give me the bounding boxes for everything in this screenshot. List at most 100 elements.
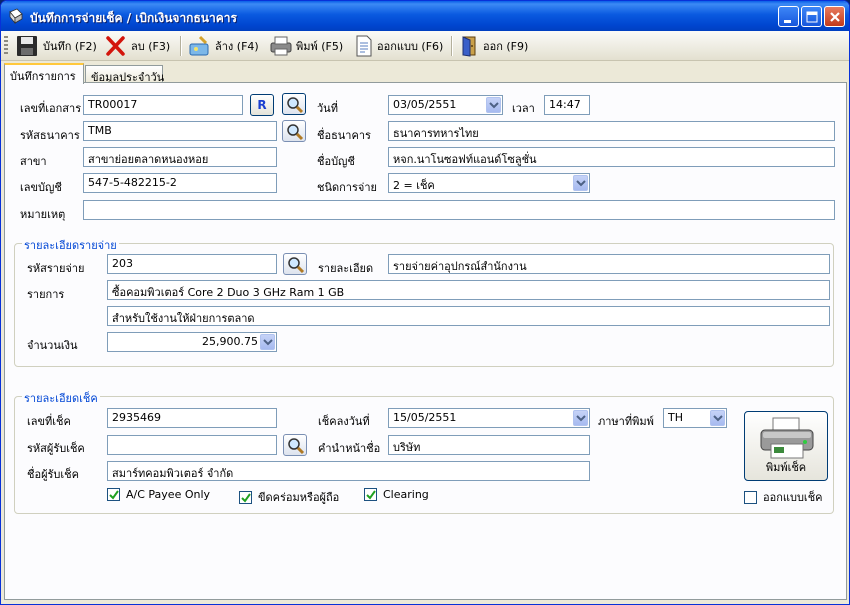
design-cheque-checkbox[interactable]: ออกแบบเช็ค — [744, 488, 823, 506]
strike-bearer-label: ขีดคร่อมหรือผู้ถือ — [258, 491, 340, 504]
exit-label: ออก (F9) — [483, 40, 529, 53]
ac-payee-check[interactable] — [107, 488, 120, 501]
close-button[interactable] — [824, 6, 845, 27]
item-label: รายการ — [27, 288, 65, 301]
title-bar[interactable]: บันทึกการจ่ายเช็ค / เบิกเงินจากธนาคาร — [1, 1, 849, 31]
date-value: 03/05/2551 — [393, 98, 457, 111]
print-label: พิมพ์ (F5) — [296, 40, 344, 53]
expense-group-title: รายละเอียดรายจ่าย — [22, 236, 119, 254]
pay-type-dropdown-button[interactable] — [573, 175, 588, 191]
clearing-check[interactable] — [364, 488, 377, 501]
print-lang-label: ภาษาที่พิมพ์ — [598, 415, 654, 428]
window-title: บันทึกการจ่ายเช็ค / เบิกเงินจากธนาคาร — [30, 11, 237, 25]
note-field[interactable] — [83, 200, 835, 220]
clear-button[interactable]: ล้าง (F4) — [185, 34, 262, 58]
clearing-label: Clearing — [383, 488, 429, 501]
bank-search-button[interactable] — [282, 120, 306, 142]
account-no-label: เลขบัญชี — [20, 181, 62, 194]
save-label: บันทึก (F2) — [43, 40, 97, 53]
printer-icon — [270, 36, 292, 56]
print-lang-dropdown-button[interactable] — [710, 410, 725, 426]
cheque-date-picker[interactable]: 15/05/2551 — [388, 408, 590, 428]
tab-daily-info[interactable]: ข้อมูลประจำวัน — [85, 65, 164, 84]
print-cheque-button[interactable]: พิมพ์เช็ค — [744, 411, 828, 481]
clearing-checkbox[interactable]: Clearing — [364, 488, 429, 501]
r-button[interactable]: R — [250, 94, 274, 116]
payee-name-field[interactable]: สมาร์ทคอมพิวเตอร์ จำกัด — [107, 461, 590, 481]
cheque-date-label: เช็คลงวันที่ — [318, 415, 370, 428]
branch-label: สาขา — [20, 155, 47, 168]
time-field[interactable]: 14:47 — [544, 95, 590, 115]
minimize-button[interactable] — [778, 6, 799, 27]
toolbar-separator — [180, 36, 181, 56]
chevron-down-icon — [489, 102, 499, 109]
close-icon — [830, 12, 840, 22]
date-dropdown-button[interactable] — [486, 97, 501, 113]
ac-payee-checkbox[interactable]: A/C Payee Only — [107, 488, 210, 501]
print-lang-select[interactable]: TH — [663, 408, 727, 428]
checkmark-icon — [366, 490, 376, 500]
magnifier-icon — [288, 257, 305, 274]
delete-x-icon — [106, 36, 125, 56]
expense-search-button[interactable] — [283, 253, 307, 275]
doc-no-label: เลขที่เอกสาร — [20, 102, 82, 115]
item-line2-field[interactable]: สำหรับใช้งานให้ฝ่ายการตลาด — [107, 306, 830, 326]
bank-code-field[interactable]: TMB — [83, 121, 277, 141]
magnifier-icon — [288, 438, 305, 455]
bank-name-label: ชื่อธนาคาร — [317, 129, 371, 142]
design-cheque-check[interactable] — [744, 490, 757, 504]
doc-search-button[interactable] — [282, 93, 306, 115]
delete-label: ลบ (F3) — [131, 40, 171, 53]
print-button[interactable]: พิมพ์ (F5) — [266, 34, 346, 58]
pay-type-select[interactable]: 2 = เช็ค — [388, 173, 590, 193]
expense-group: รายละเอียดรายจ่าย รหัสรายจ่าย 203 รายละเ… — [14, 236, 834, 367]
pay-type-label: ชนิดการจ่าย — [317, 181, 377, 194]
amount-label: จำนวนเงิน — [27, 339, 78, 352]
cheque-no-label: เลขที่เช็ค — [27, 415, 71, 428]
doc-no-field[interactable]: TR00017 — [83, 95, 243, 115]
exit-button[interactable]: ออก (F9) — [457, 34, 531, 58]
expense-code-label: รหัสรายจ่าย — [27, 262, 85, 275]
chevron-down-icon — [576, 415, 586, 422]
branch-field[interactable]: สาขาย่อยตลาดหนองหอย — [83, 147, 277, 167]
expense-detail-field[interactable]: รายจ่ายค่าอุปกรณ์สำนักงาน — [388, 254, 830, 274]
strike-bearer-checkbox[interactable]: ขีดคร่อมหรือผู้ถือ — [239, 488, 339, 506]
document-icon — [356, 35, 372, 57]
date-label: วันที่ — [317, 102, 338, 115]
bank-code-label: รหัสธนาคาร — [20, 129, 80, 142]
prefix-field[interactable]: บริษัท — [388, 435, 590, 455]
amount-dropdown-button[interactable] — [260, 334, 275, 350]
account-name-field[interactable]: หจก.นาโนซอฟท์แอนด์โซลูชั่น — [388, 147, 835, 167]
design-button[interactable]: ออกแบบ (F6) — [351, 34, 446, 58]
app-icon — [9, 8, 23, 24]
toolbar: บันทึก (F2) ลบ (F3) ล้าง (F4) พิมพ์ (F5) — [1, 31, 849, 61]
print-lang-value: TH — [668, 411, 683, 424]
cheque-no-field[interactable]: 2935469 — [107, 408, 277, 428]
amount-field[interactable]: 25,900.75 — [107, 332, 277, 352]
item-line1-field[interactable]: ซื้อคอมพิวเตอร์ Core 2 Duo 3 GHz Ram 1 G… — [107, 280, 830, 300]
delete-button[interactable]: ลบ (F3) — [101, 34, 173, 58]
maximize-button[interactable] — [801, 6, 822, 27]
cheque-group-title: รายละเอียดเช็ค — [22, 389, 100, 407]
payee-search-button[interactable] — [283, 434, 307, 456]
account-no-field[interactable]: 547-5-482215-2 — [83, 173, 277, 193]
save-button[interactable]: บันทึก (F2) — [13, 34, 100, 58]
main-panel: เลขที่เอกสาร TR00017 R วันที่ 03/05/2551… — [4, 82, 847, 600]
strike-bearer-check[interactable] — [239, 490, 252, 504]
date-picker[interactable]: 03/05/2551 — [388, 95, 503, 115]
amount-value: 25,900.75 — [202, 335, 258, 348]
main-window: บันทึกการจ่ายเช็ค / เบิกเงินจากธนาคาร บั… — [0, 0, 850, 605]
floppy-icon — [17, 36, 37, 56]
cheque-date-dropdown-button[interactable] — [573, 410, 588, 426]
exit-door-icon — [462, 36, 476, 57]
maximize-icon — [806, 11, 818, 23]
prefix-label: คำนำหน้าชื่อ — [318, 442, 381, 455]
tab-record[interactable]: บันทึกรายการ — [4, 63, 84, 84]
chevron-down-icon — [576, 180, 586, 187]
time-label: เวลา — [512, 102, 535, 115]
toolbar-grip[interactable] — [4, 36, 8, 56]
payee-code-field[interactable] — [107, 435, 277, 455]
expense-code-field[interactable]: 203 — [107, 254, 277, 274]
checkmark-icon — [109, 490, 119, 500]
bank-name-field[interactable]: ธนาคารทหารไทย — [388, 121, 835, 141]
